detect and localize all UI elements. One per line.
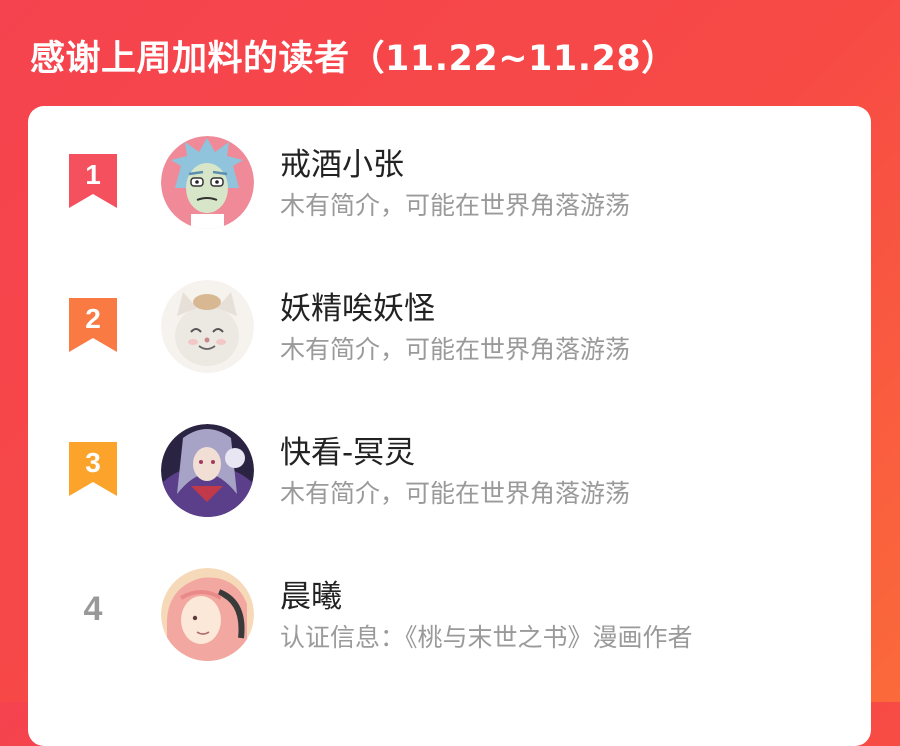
reader-name[interactable]: 晨曦 — [280, 571, 342, 616]
reader-row[interactable]: 4 晨曦 认证信息：《桃与末世之书》漫画作者 — [28, 568, 871, 668]
rank-ribbon-1: 1 — [69, 154, 117, 208]
avatar[interactable] — [161, 280, 254, 373]
reader-name[interactable]: 快看-冥灵 — [280, 427, 415, 472]
reader-description: 木有简介，可能在世界角落游荡 — [280, 335, 631, 364]
reader-row[interactable]: 1 戒酒小张 木有简介，可能在世界角落游荡 — [28, 136, 871, 236]
avatar[interactable] — [161, 424, 254, 517]
avatar[interactable] — [161, 136, 254, 229]
rank-number: 3 — [85, 447, 101, 478]
rank-number: 4 — [83, 590, 103, 628]
reader-description: 木有简介，可能在世界角落游荡 — [280, 191, 631, 220]
reader-row[interactable]: 2 妖精唉妖怪 木有简介，可能在世界角落游荡 — [28, 280, 871, 380]
rank-ribbon-2: 2 — [69, 298, 117, 352]
rank-ribbon-3: 3 — [69, 442, 117, 496]
page-title: 感谢上周加料的读者（11.22~11.28） — [30, 39, 677, 79]
reader-name[interactable]: 戒酒小张 — [280, 139, 404, 184]
avatar[interactable] — [161, 568, 254, 661]
reader-name[interactable]: 妖精唉妖怪 — [280, 283, 435, 328]
reader-row[interactable]: 3 快看-冥灵 木有简介，可能在世界角落游荡 — [28, 424, 871, 524]
reader-description: 认证信息：《桃与末世之书》漫画作者 — [280, 623, 693, 652]
reader-description: 木有简介，可能在世界角落游荡 — [280, 479, 631, 508]
rank-number: 1 — [85, 159, 101, 190]
rank-number: 2 — [85, 303, 101, 334]
reader-list-card: 1 戒酒小张 木有简介，可能在世界角落游荡 2 妖精唉妖怪 木有简介，可能在世界… — [28, 106, 871, 746]
